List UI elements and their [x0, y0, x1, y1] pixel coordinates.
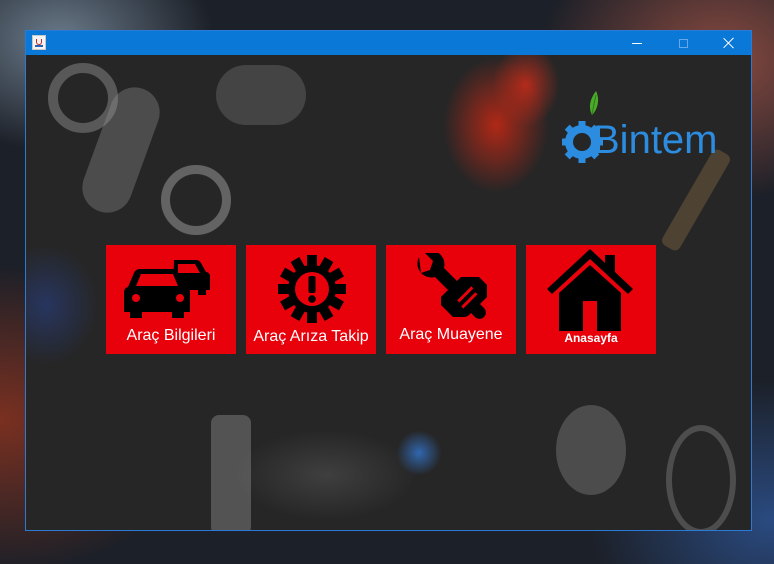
anasayfa-button[interactable]: Anasayfa — [526, 245, 656, 354]
background-decor — [666, 425, 736, 530]
arac-bilgileri-button[interactable]: Araç Bilgileri — [106, 245, 236, 354]
arac-muayene-button[interactable]: Araç Muayene — [386, 245, 516, 354]
background-decor — [211, 415, 251, 530]
title-bar[interactable] — [26, 31, 751, 55]
arac-ariza-takip-button[interactable]: Araç Arıza Takip — [246, 245, 376, 354]
background-decor — [216, 65, 306, 125]
main-panel: Bintem Araç Bilgileri Araç Arıza Takip A… — [26, 55, 751, 530]
tile-label: Araç Muayene — [399, 326, 503, 343]
tile-label: Araç Bilgileri — [126, 327, 216, 344]
background-decor — [161, 165, 231, 235]
minimize-button[interactable] — [614, 31, 660, 55]
java-app-icon[interactable] — [32, 35, 46, 50]
tile-label: Anasayfa — [564, 331, 618, 345]
minimize-icon — [632, 42, 642, 44]
wrench-hand-icon — [417, 253, 487, 319]
maximize-button[interactable] — [660, 31, 706, 55]
maximize-icon — [678, 38, 688, 48]
home-icon — [547, 249, 633, 331]
background-decor — [556, 405, 626, 495]
close-icon — [723, 37, 735, 49]
close-button[interactable] — [706, 31, 751, 55]
gear-alert-icon — [278, 255, 346, 323]
cars-icon — [123, 260, 210, 318]
logo-text: Bintem — [593, 118, 718, 162]
app-window: Bintem Araç Bilgileri Araç Arıza Takip A… — [25, 30, 752, 531]
tile-label: Araç Arıza Takip — [253, 328, 369, 345]
bintem-logo: Bintem — [562, 85, 734, 175]
